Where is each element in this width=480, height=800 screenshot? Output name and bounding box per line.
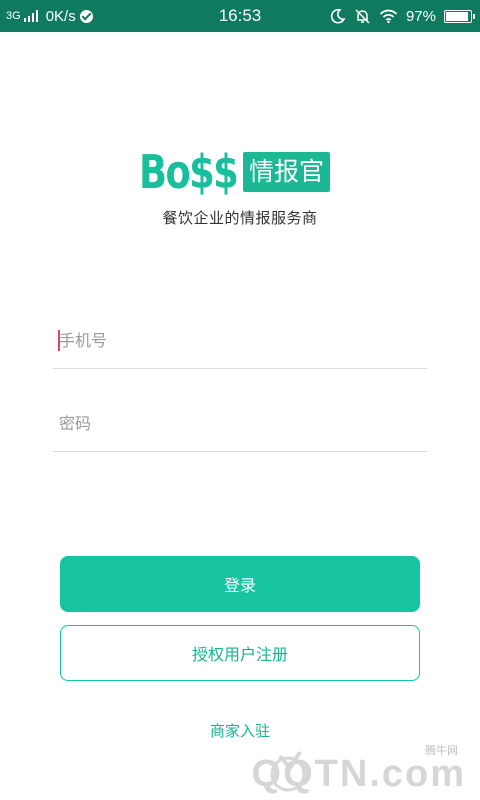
- login-button-label: 登录: [223, 576, 256, 595]
- logo-tag: 情报官: [243, 152, 331, 192]
- logo-wordmark: Bo$$: [139, 145, 239, 199]
- phone-input[interactable]: [59, 312, 419, 368]
- password-field: [53, 395, 427, 452]
- phone-field: [53, 312, 427, 369]
- battery-icon: [444, 9, 475, 23]
- wifi-icon: [379, 9, 398, 24]
- watermark-big: QQTN.com: [251, 753, 466, 795]
- status-bar: 3G 0K/s 16:53 97%: [0, 0, 480, 32]
- bell-off-icon: [355, 8, 370, 24]
- battery-percent: 97%: [405, 7, 436, 25]
- register-button-label: 授权用户注册: [191, 645, 288, 664]
- login-button[interactable]: 登录: [60, 556, 420, 612]
- register-button[interactable]: 授权用户注册: [60, 625, 420, 681]
- slogan: 餐饮企业的情报服务商: [162, 209, 318, 227]
- battery-fill: [446, 11, 468, 21]
- watermark: 腾牛网 QQTN.com: [252, 742, 466, 796]
- app-logo: Bo$$ 情报官: [139, 145, 331, 199]
- moon-icon: [330, 8, 346, 24]
- password-input[interactable]: [59, 395, 419, 451]
- merchant-join-link[interactable]: 商家入驻: [0, 720, 480, 741]
- status-right: 97%: [330, 0, 475, 32]
